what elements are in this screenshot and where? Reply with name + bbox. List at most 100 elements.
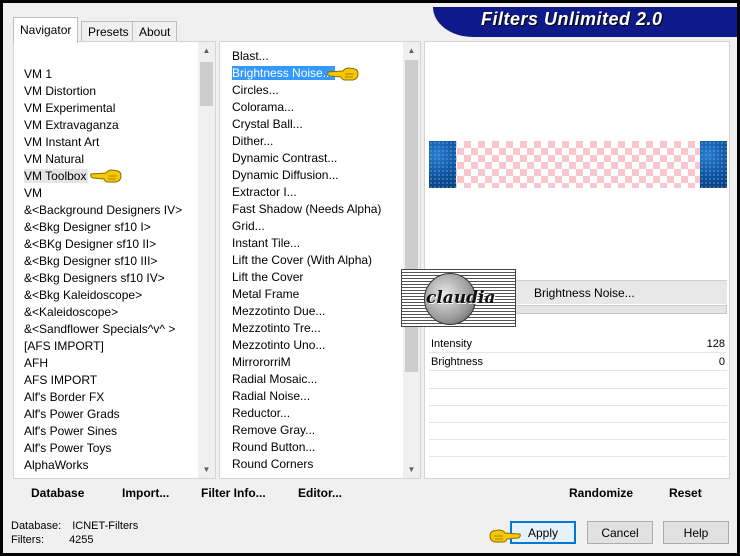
category-list[interactable]: VM 1 VM Distortion VM Experimental VM Extra… <box>24 66 196 478</box>
category-item[interactable]: AFS IMPORT <box>24 372 196 389</box>
filter-item[interactable]: Fast Shadow (Needs Alpha) <box>232 201 402 218</box>
list-item-label: AFH <box>24 356 48 370</box>
filter-item[interactable]: Dynamic Contrast... <box>232 150 402 167</box>
category-item[interactable]: VM Distortion <box>24 83 196 100</box>
param-row-brightness[interactable]: Brightness 0 <box>429 354 727 371</box>
filter-item[interactable]: Mezzotinto Tre... <box>232 320 402 337</box>
category-item[interactable]: Alf's Border FX <box>24 389 196 406</box>
category-item[interactable]: &<Bkg Designer sf10 III> <box>24 253 196 270</box>
filter-item[interactable]: Instant Tile... <box>232 235 402 252</box>
category-item[interactable]: AFH <box>24 355 196 372</box>
tab-about[interactable]: About <box>132 21 178 41</box>
list-item-label: &<Bkg Designer sf10 III> <box>24 254 158 268</box>
randomize-button[interactable]: Randomize <box>569 486 633 500</box>
list-item-label: VM Experimental <box>24 101 116 115</box>
filter-item[interactable]: Metal Frame <box>232 286 402 303</box>
help-button[interactable]: Help <box>663 521 729 544</box>
category-item[interactable]: VM Instant Art <box>24 134 196 151</box>
filter-item[interactable]: Mezzotinto Uno... <box>232 337 402 354</box>
filter-item[interactable]: Dynamic Diffusion... <box>232 167 402 184</box>
filter-item[interactable]: Blast... <box>232 48 402 65</box>
list-item-label: Brightness Noise... <box>232 66 335 80</box>
filter-item[interactable]: Mezzotinto Due... <box>232 303 402 320</box>
param-row-empty <box>429 456 727 457</box>
filter-item[interactable]: Circles... <box>232 82 402 99</box>
filter-item[interactable]: Reductor... <box>232 405 402 422</box>
list-item-label: Lift the Cover <box>232 270 304 284</box>
filter-item[interactable]: Colorama... <box>232 99 402 116</box>
filter-item[interactable]: Round Button... <box>232 439 402 456</box>
scroll-down-icon[interactable]: ▼ <box>198 461 215 478</box>
category-item[interactable]: &<Background Designers IV> <box>24 202 196 219</box>
filter-item[interactable]: Crystal Ball... <box>232 116 402 133</box>
category-item[interactable]: VM Experimental <box>24 100 196 117</box>
category-item[interactable]: Alf's Power Toys <box>24 440 196 457</box>
category-item[interactable]: &<BKg Designer sf10 II> <box>24 236 196 253</box>
category-item[interactable]: VM Natural <box>24 151 196 168</box>
list-item-label: &<Bkg Kaleidoscope> <box>24 288 143 302</box>
scroll-up-icon[interactable]: ▲ <box>403 42 420 59</box>
param-row-intensity[interactable]: Intensity 128 <box>429 336 727 353</box>
category-item[interactable]: AlphaWorks <box>24 457 196 474</box>
import-button[interactable]: Import... <box>122 486 169 500</box>
list-item-label: Instant Tile... <box>232 236 301 250</box>
category-panel: VM 1 VM Distortion VM Experimental VM Extra… <box>13 41 216 479</box>
filter-item[interactable]: Lift the Cover (With Alpha) <box>232 252 402 269</box>
param-row-empty <box>429 388 727 389</box>
preview-panel: Brightness Noise... Intensity 128 Bright… <box>424 41 730 479</box>
filter-item[interactable]: MirrororriM <box>232 354 402 371</box>
category-item[interactable]: &<Bkg Designers sf10 IV> <box>24 270 196 287</box>
list-item-label: Dynamic Diffusion... <box>232 168 339 182</box>
category-item[interactable]: &<Bkg Kaleidoscope> <box>24 287 196 304</box>
cancel-button[interactable]: Cancel <box>587 521 653 544</box>
filter-info-button[interactable]: Filter Info... <box>201 486 266 500</box>
filter-item[interactable]: Round Corners <box>232 456 402 473</box>
list-item-label: Alf's Power Toys <box>24 441 112 455</box>
list-item-label: [AFS IMPORT] <box>24 339 104 353</box>
scroll-down-icon[interactable]: ▼ <box>403 461 420 478</box>
list-item-label: Circles... <box>232 83 279 97</box>
list-item-label: Radial Mosaic... <box>232 372 318 386</box>
watermark-text: claudia <box>426 288 496 308</box>
filter-item[interactable]: Radial Mosaic... <box>232 371 402 388</box>
list-item-label: Alf's Border FX <box>24 390 105 404</box>
param-row-empty <box>429 405 727 406</box>
reset-button[interactable]: Reset <box>669 486 702 500</box>
filter-item[interactable]: Grid... <box>232 218 402 235</box>
app-title: Filters Unlimited 2.0 <box>481 9 663 29</box>
pointing-hand-icon <box>90 169 122 183</box>
filter-item[interactable]: Remove Gray... <box>232 422 402 439</box>
database-button[interactable]: Database <box>31 486 84 500</box>
category-item[interactable]: &<Kaleidoscope> <box>24 304 196 321</box>
category-item[interactable]: VM 1 <box>24 66 196 83</box>
tab-navigator[interactable]: Navigator <box>13 17 79 43</box>
category-item[interactable]: VM Extravaganza <box>24 117 196 134</box>
category-item[interactable]: VM <box>24 185 196 202</box>
category-item[interactable]: Alf's Power Sines <box>24 423 196 440</box>
filter-item[interactable]: Lift the Cover <box>232 269 402 286</box>
scroll-up-icon[interactable]: ▲ <box>198 42 215 59</box>
list-item-label: Grid... <box>232 219 265 233</box>
category-item[interactable]: &<Bkg Designer sf10 I> <box>24 219 196 236</box>
list-item-label: Blast... <box>232 49 269 63</box>
list-item-label: Metal Frame <box>232 287 300 301</box>
category-scroll-thumb[interactable] <box>200 62 213 106</box>
editor-button[interactable]: Editor... <box>298 486 342 500</box>
filter-item[interactable]: Extractor I... <box>232 184 402 201</box>
param-value: 128 <box>706 338 725 350</box>
list-item-label: &<Sandflower Specials^v^ > <box>24 322 176 336</box>
list-item-label: Fast Shadow (Needs Alpha) <box>232 202 382 216</box>
list-item-label: &<Bkg Designers sf10 IV> <box>24 271 165 285</box>
filter-item[interactable]: Brightness Noise... <box>232 65 402 82</box>
filter-item[interactable]: Dither... <box>232 133 402 150</box>
category-scrollbar[interactable]: ▲ ▼ <box>198 42 215 478</box>
tab-presets[interactable]: Presets <box>81 21 136 41</box>
list-item-label: Round Corners <box>232 457 314 471</box>
list-item-label: Dynamic Contrast... <box>232 151 338 165</box>
category-item[interactable]: Alf's Power Grads <box>24 406 196 423</box>
filter-item[interactable]: Radial Noise... <box>232 388 402 405</box>
category-item[interactable]: [AFS IMPORT] <box>24 338 196 355</box>
category-item[interactable]: &<Sandflower Specials^v^ > <box>24 321 196 338</box>
filter-scrollbar[interactable]: ▲ ▼ <box>403 42 420 478</box>
filter-list[interactable]: Blast... Brightness Noise... Circles... Col… <box>232 48 402 478</box>
